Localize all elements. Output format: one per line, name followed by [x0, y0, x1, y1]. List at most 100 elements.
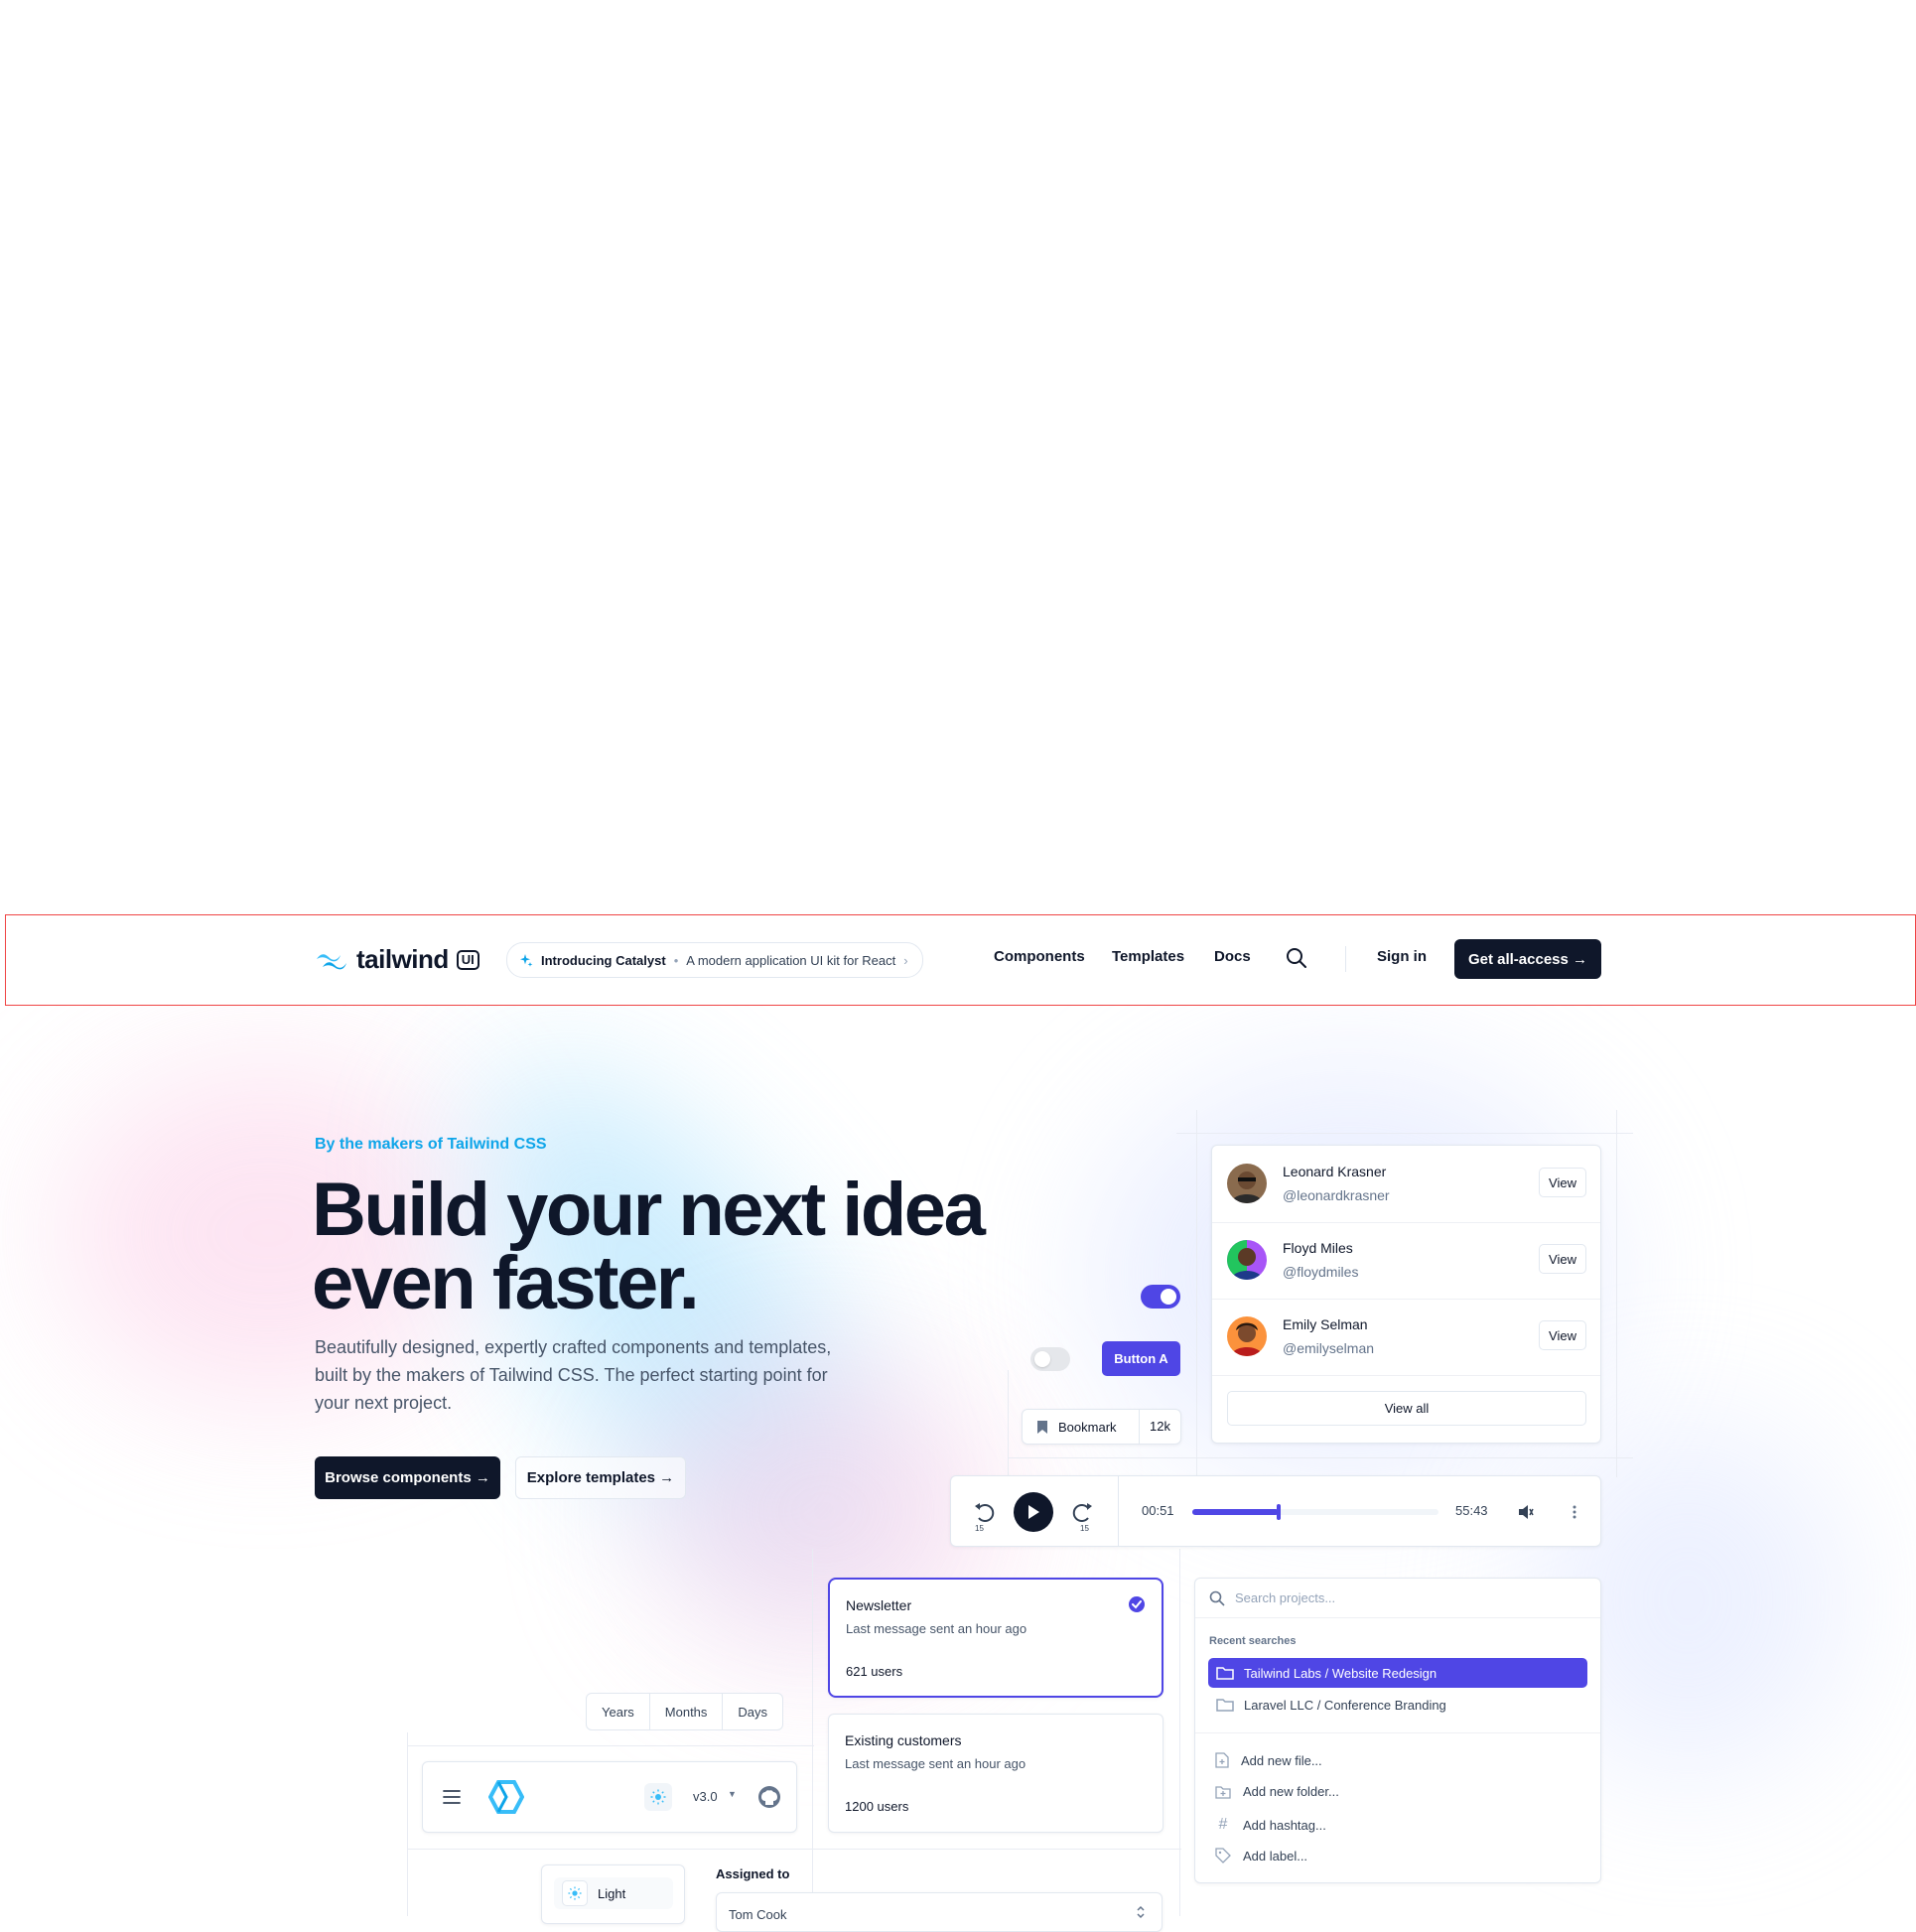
folder-icon: [1216, 1699, 1234, 1712]
theme-toggle[interactable]: [644, 1783, 672, 1811]
grid-line: [407, 1849, 1181, 1850]
button-a[interactable]: Button A: [1102, 1341, 1180, 1376]
bookmark-button-group: Bookmark 12k: [1022, 1409, 1181, 1445]
grid-line: [1179, 1549, 1180, 1916]
grid-line: [1196, 1110, 1197, 1477]
current-time: 00:51: [1142, 1503, 1174, 1518]
progress-handle[interactable]: [1276, 1504, 1281, 1520]
chevron-down-icon: ▼: [728, 1789, 737, 1799]
grid-line: [812, 1549, 813, 1916]
more-vertical-icon[interactable]: [1572, 1504, 1577, 1520]
announcement-title: Introducing Catalyst: [541, 952, 666, 968]
view-all-button[interactable]: View all: [1227, 1391, 1586, 1426]
search-placeholder: Search projects...: [1235, 1590, 1336, 1605]
sign-in-link[interactable]: Sign in: [1377, 948, 1427, 965]
recent-search-item-active[interactable]: Tailwind Labs / Website Redesign: [1208, 1658, 1587, 1688]
user-handle: @emilyselman: [1283, 1340, 1375, 1356]
assigned-to-value: Tom Cook: [729, 1907, 787, 1922]
nav-docs[interactable]: Docs: [1214, 948, 1251, 965]
nav-components[interactable]: Components: [994, 948, 1085, 965]
command-palette: Search projects... Recent searches Tailw…: [1194, 1578, 1601, 1883]
tag-icon: [1215, 1848, 1231, 1863]
bookmark-button[interactable]: Bookmark: [1023, 1410, 1140, 1444]
view-button[interactable]: View: [1539, 1244, 1586, 1274]
divider: [1195, 1732, 1600, 1733]
sparkles-icon: [520, 954, 533, 967]
mailing-list-option-selected[interactable]: Newsletter Last message sent an hour ago…: [828, 1578, 1163, 1698]
chevron-right-icon: ›: [903, 952, 908, 968]
list-item: Floyd Miles @floydmiles View: [1212, 1222, 1600, 1300]
grid-line: [1176, 1133, 1633, 1134]
user-handle: @leonardkrasner: [1283, 1187, 1390, 1203]
hero-title: Build your next idea even faster.: [312, 1173, 1066, 1321]
version-select[interactable]: v3.0: [693, 1789, 718, 1804]
action-label: Add new file...: [1241, 1752, 1322, 1768]
mailing-list-subtitle: Last message sent an hour ago: [845, 1756, 1026, 1771]
add-folder-action[interactable]: Add new folder...: [1215, 1784, 1339, 1799]
list-item: Leonard Krasner @leonardkrasner View: [1212, 1146, 1600, 1223]
rewind-icon[interactable]: [973, 1500, 999, 1526]
add-label-action[interactable]: Add label...: [1215, 1848, 1307, 1863]
search-icon[interactable]: [1286, 947, 1307, 969]
theme-option-label: Light: [598, 1885, 626, 1901]
file-plus-icon: [1215, 1752, 1229, 1768]
recent-search-label: Tailwind Labs / Website Redesign: [1244, 1665, 1437, 1681]
theme-menu: Light: [541, 1864, 685, 1924]
add-hashtag-action[interactable]: # Add hashtag...: [1215, 1816, 1326, 1834]
folder-icon: [1216, 1667, 1234, 1680]
search-projects-input[interactable]: Search projects...: [1195, 1579, 1600, 1618]
forward-icon[interactable]: [1068, 1500, 1094, 1526]
duration: 55:43: [1455, 1503, 1488, 1518]
check-circle-icon: [1129, 1596, 1145, 1612]
view-button[interactable]: View: [1539, 1320, 1586, 1350]
segment-months[interactable]: Months: [650, 1694, 724, 1729]
assigned-to-label: Assigned to: [716, 1866, 790, 1881]
get-all-access-button[interactable]: Get all-access →: [1454, 939, 1601, 979]
user-handle: @floydmiles: [1283, 1264, 1359, 1280]
logo[interactable]: tailwind UI: [315, 944, 479, 975]
docs-topbar: v3.0 ▼: [422, 1761, 797, 1833]
play-icon: [1028, 1505, 1039, 1519]
audio-player: 15 15 00:51 55:43: [950, 1475, 1601, 1547]
recent-search-item[interactable]: Laravel LLC / Conference Branding: [1208, 1690, 1587, 1720]
user-name: Emily Selman: [1283, 1316, 1368, 1332]
theme-option-light[interactable]: Light: [554, 1877, 673, 1909]
tailwind-logo-icon: [317, 953, 346, 969]
mailing-list-title: Newsletter: [846, 1597, 912, 1613]
hexagon-logo-icon: [488, 1780, 524, 1814]
explore-templates-button[interactable]: Explore templates →: [515, 1456, 686, 1499]
announcement-text: A modern application UI kit for React: [686, 952, 896, 968]
rewind-seconds: 15: [975, 1524, 984, 1533]
recent-searches-label: Recent searches: [1209, 1635, 1297, 1647]
announcement-pill[interactable]: Introducing Catalyst • A modern applicat…: [506, 942, 923, 978]
menu-icon[interactable]: [443, 1790, 461, 1804]
avatar: [1227, 1316, 1267, 1356]
action-label: Add new folder...: [1243, 1784, 1339, 1799]
mailing-list-option[interactable]: Existing customers Last message sent an …: [828, 1714, 1163, 1833]
user-name: Leonard Krasner: [1283, 1164, 1387, 1179]
progress-track[interactable]: [1192, 1504, 1438, 1520]
volume-icon[interactable]: [1517, 1503, 1535, 1521]
hero-lead: Beautifully designed, expertly crafted c…: [315, 1337, 832, 1413]
browse-components-button[interactable]: Browse components →: [315, 1456, 500, 1499]
forward-seconds: 15: [1080, 1524, 1089, 1533]
user-name: Floyd Miles: [1283, 1240, 1353, 1256]
view-button[interactable]: View: [1539, 1168, 1586, 1197]
mailing-list-title: Existing customers: [845, 1732, 962, 1748]
segment-days[interactable]: Days: [723, 1694, 782, 1729]
toggle-switch-on[interactable]: [1141, 1285, 1180, 1309]
play-button[interactable]: [1014, 1492, 1053, 1532]
sun-icon: [650, 1789, 666, 1805]
nav-templates[interactable]: Templates: [1112, 948, 1184, 965]
mailing-list-subtitle: Last message sent an hour ago: [846, 1621, 1027, 1636]
assigned-to-select[interactable]: Tom Cook: [716, 1892, 1163, 1932]
add-file-action[interactable]: Add new file...: [1215, 1752, 1322, 1768]
sun-icon: [562, 1880, 588, 1906]
logo-wordmark: tailwind: [356, 944, 449, 974]
toggle-switch-off[interactable]: [1030, 1347, 1070, 1371]
grid-line: [1008, 1370, 1009, 1489]
segment-years[interactable]: Years: [587, 1694, 650, 1729]
github-icon[interactable]: [757, 1785, 781, 1809]
period-segmented-control: Years Months Days: [586, 1693, 784, 1730]
nav-divider: [1345, 946, 1346, 972]
